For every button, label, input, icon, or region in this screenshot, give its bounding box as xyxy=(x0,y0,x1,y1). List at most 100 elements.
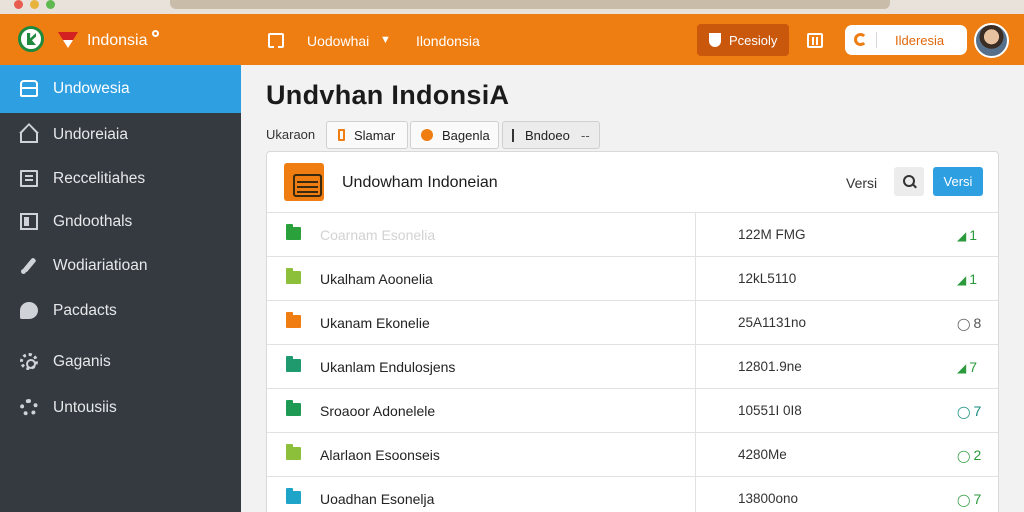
folder-icon xyxy=(286,224,301,240)
column-divider xyxy=(695,477,696,512)
file-list: Coarnam Esonelia 122M FMG ◢ 1 Ukalham Aoo… xyxy=(267,212,998,512)
window-chrome xyxy=(0,0,1024,14)
address-bar[interactable] xyxy=(170,0,890,9)
database-icon xyxy=(20,80,38,97)
sidebar-item-reccelitiahes[interactable]: Reccelitiahes xyxy=(0,155,241,203)
folder-icon xyxy=(286,400,301,416)
tab-label: Bagenla xyxy=(442,128,490,143)
sidebar-item-wodiariatioan[interactable]: Wodiariatioan xyxy=(0,242,241,290)
sidebar-item-undoreiaia[interactable]: Undoreiaia xyxy=(0,111,241,159)
sidebar-item-gndoothals[interactable]: Gndoothals xyxy=(0,198,241,246)
version-button[interactable]: Versi xyxy=(933,167,983,196)
download-count[interactable]: ◢ 1 xyxy=(957,271,977,287)
file-size: 122M FMG xyxy=(738,227,806,242)
file-name[interactable]: Coarnam Esonelia xyxy=(320,227,435,243)
window-icon xyxy=(20,213,38,230)
app-title: Indonsia xyxy=(87,32,148,49)
arrow-icon: ◢ xyxy=(957,273,967,287)
status-badge xyxy=(152,30,159,37)
columns-icon[interactable] xyxy=(807,33,823,48)
header-action-label: Pcesioly xyxy=(729,33,778,48)
table-row[interactable]: Ukanam Ekonelie 25A1131no ◯ 8 xyxy=(267,300,998,345)
sidebar-item-label: Untousiis xyxy=(53,399,117,416)
tab-slamar[interactable]: Slamar xyxy=(326,121,408,149)
sidebar-item-label: Undoreiaia xyxy=(53,126,128,143)
shield-icon xyxy=(421,129,433,141)
download-panel: Undowham Indoneian Versi Versi Coarnam E… xyxy=(266,151,999,512)
header-search-value[interactable]: Ilderesia xyxy=(895,33,944,48)
file-name[interactable]: Sroaoor Adonelele xyxy=(320,403,435,419)
refresh-icon[interactable] xyxy=(854,33,867,46)
chat-bubble-icon xyxy=(20,302,38,319)
tab-bndoeo[interactable]: Bndoeo -- xyxy=(502,121,600,149)
table-row[interactable]: Ukanlam Endulosjens 12801.9ne ◢ 7 xyxy=(267,344,998,389)
table-row[interactable]: Alarlaon Esoonseis 4280Me ◯ 2 xyxy=(267,432,998,477)
arrow-icon: ◢ xyxy=(957,229,967,243)
search-icon[interactable] xyxy=(894,167,924,196)
file-name[interactable]: Ukanam Ekonelie xyxy=(320,315,430,331)
sidebar-item-gaganis[interactable]: Gaganis xyxy=(0,338,241,386)
nav-link[interactable]: Ilondonsia xyxy=(416,33,480,49)
sidebar-item-label: Undowesia xyxy=(53,80,130,97)
sidebar-item-label: Reccelitiahes xyxy=(53,170,146,187)
book-icon[interactable] xyxy=(268,33,284,48)
avatar[interactable] xyxy=(974,23,1009,58)
sidebar-item-pacdacts[interactable]: Pacdacts xyxy=(0,287,241,335)
arrow-icon: ◢ xyxy=(957,361,967,375)
bookmark-icon xyxy=(338,129,345,141)
minimize-window-icon[interactable] xyxy=(30,0,39,9)
count-value: 7 xyxy=(973,491,982,507)
tag-icon xyxy=(512,129,514,142)
document-icon xyxy=(20,170,38,187)
panel-title: Undowham Indoneian xyxy=(342,174,498,191)
top-header: Indonsia Uodowhai ▼ Ilondonsia Pcesioly … xyxy=(0,14,1024,65)
folder-icon xyxy=(286,488,301,504)
version-label: Versi xyxy=(846,175,878,191)
close-window-icon[interactable] xyxy=(14,0,23,9)
chevron-down-icon[interactable]: ▼ xyxy=(380,34,391,46)
nav-menu-dropdown[interactable]: Uodowhai xyxy=(307,33,369,49)
download-count[interactable]: ◯ 7 xyxy=(957,403,981,419)
file-name[interactable]: Ukalham Aoonelia xyxy=(320,271,433,287)
sidebar-item-untousiis[interactable]: Untousiis xyxy=(0,384,241,432)
sidebar-item-label: Gaganis xyxy=(53,353,111,370)
file-size: 10551I 0I8 xyxy=(738,403,802,418)
count-value: 7 xyxy=(969,359,978,375)
maximize-window-icon[interactable] xyxy=(46,0,55,9)
download-count[interactable]: ◢ 7 xyxy=(957,359,977,375)
arrow-icon: ◯ xyxy=(957,449,971,463)
search-divider xyxy=(876,32,877,48)
table-row[interactable]: Coarnam Esonelia 122M FMG ◢ 1 xyxy=(267,212,998,257)
download-count[interactable]: ◢ 1 xyxy=(957,227,977,243)
file-name[interactable]: Uoadhan Esonelja xyxy=(320,491,434,507)
folder-icon xyxy=(286,312,301,328)
home-icon xyxy=(20,133,38,143)
header-search-field[interactable]: Ilderesia xyxy=(845,25,967,55)
download-count[interactable]: ◯ 2 xyxy=(957,447,981,463)
sidebar-item-label: Wodiariatioan xyxy=(53,257,148,274)
file-name[interactable]: Ukanlam Endulosjens xyxy=(320,359,455,375)
flag-icon xyxy=(58,32,78,48)
table-row[interactable]: Sroaoor Adonelele 10551I 0I8 ◯ 7 xyxy=(267,388,998,433)
table-row[interactable]: Ukalham Aoonelia 12kL5110 ◢ 1 xyxy=(267,256,998,301)
logo-icon[interactable] xyxy=(18,26,44,52)
table-row[interactable]: Uoadhan Esonelja 13800ono ◯ 7 xyxy=(267,476,998,512)
tab-extra: -- xyxy=(581,128,590,143)
file-size: 12kL5110 xyxy=(738,271,797,286)
folder-icon xyxy=(286,268,301,284)
tab-bagenla[interactable]: Bagenla xyxy=(410,121,499,149)
gear-icon xyxy=(20,353,38,370)
header-action-button[interactable]: Pcesioly xyxy=(697,24,789,56)
download-count[interactable]: ◯ 7 xyxy=(957,491,981,507)
file-name[interactable]: Alarlaon Esoonseis xyxy=(320,447,440,463)
pen-icon xyxy=(20,257,38,274)
count-value: 1 xyxy=(969,227,978,243)
count-value: 1 xyxy=(969,271,978,287)
sidebar-item-undowesia[interactable]: Undowesia xyxy=(0,65,241,113)
settings-icon xyxy=(20,399,38,416)
download-count[interactable]: ◯ 8 xyxy=(957,315,981,331)
folder-icon xyxy=(286,444,301,460)
column-divider xyxy=(695,433,696,477)
file-size: 25A1131no xyxy=(738,315,807,330)
breadcrumb[interactable]: Ukaraon xyxy=(266,127,315,142)
